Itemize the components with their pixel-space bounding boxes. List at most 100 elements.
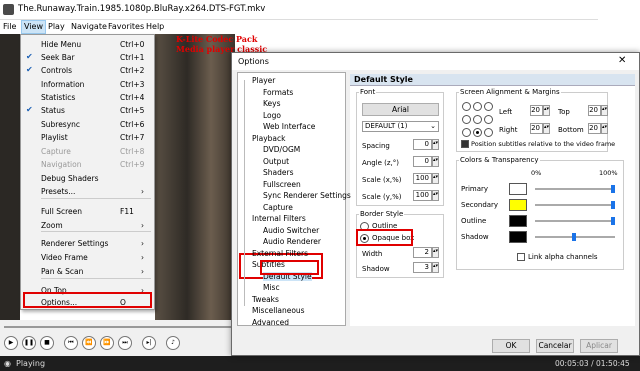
bottom-margin-spinner[interactable]: ▴▾ <box>601 123 608 134</box>
tree-item[interactable]: Playback <box>252 134 285 143</box>
alpha-slider-thumb[interactable] <box>572 233 576 241</box>
menu-play[interactable]: Play <box>48 22 65 31</box>
view-menu-item[interactable]: Capture Ctrl+8 <box>21 145 154 158</box>
tree-item[interactable]: Audio Renderer <box>263 237 321 246</box>
frame-step-icon[interactable]: ▸| <box>142 336 156 350</box>
link-alpha-checkbox[interactable] <box>517 253 525 261</box>
view-menu-item[interactable]: ✔ Controls Ctrl+2 <box>21 64 154 77</box>
view-menu-item[interactable]: Presets... › <box>21 185 154 198</box>
tree-item[interactable]: External Filters <box>252 249 308 258</box>
cancel-button[interactable]: Cancelar <box>536 339 574 353</box>
shadow-spinner[interactable]: ▴▾ <box>432 262 439 273</box>
view-menu-item[interactable]: ✔ Seek Bar Ctrl+1 <box>21 51 154 64</box>
color-swatch[interactable] <box>509 231 527 243</box>
alignment-radio[interactable] <box>473 102 482 111</box>
pause-icon[interactable]: ❚❚ <box>22 336 36 350</box>
alpha-slider-thumb[interactable] <box>611 185 615 193</box>
tree-item[interactable]: Misc <box>263 283 280 292</box>
video-area[interactable] <box>155 34 235 320</box>
alignment-radio[interactable] <box>462 128 471 137</box>
alignment-radio[interactable] <box>462 115 471 124</box>
alpha-slider-track[interactable] <box>535 220 615 222</box>
alpha-slider-track[interactable] <box>535 204 615 206</box>
tree-item[interactable]: Sync Renderer Settings <box>263 191 351 200</box>
tree-item[interactable]: Output <box>263 157 289 166</box>
menu-favorites[interactable]: Favorites <box>108 22 144 31</box>
menu-file[interactable]: File <box>3 22 16 31</box>
view-menu-item[interactable]: Subresync Ctrl+6 <box>21 118 154 131</box>
close-icon[interactable]: ✕ <box>618 55 626 66</box>
view-menu-item[interactable]: Information Ctrl+3 <box>21 78 154 91</box>
angle-spinner[interactable]: ▴▾ <box>432 156 439 167</box>
tree-item[interactable]: Fullscreen <box>263 180 301 189</box>
apply-button[interactable]: Aplicar <box>580 339 618 353</box>
alignment-radio[interactable] <box>473 128 482 137</box>
alignment-radio[interactable] <box>462 102 471 111</box>
alpha-slider-track[interactable] <box>535 188 615 190</box>
alignment-radio[interactable] <box>484 128 493 137</box>
tree-item[interactable]: Audio Switcher <box>263 226 319 235</box>
rewind-icon[interactable]: ⏪ <box>82 336 96 350</box>
tree-item[interactable]: Internal Filters <box>252 214 306 223</box>
tree-item[interactable]: Advanced <box>252 318 289 327</box>
alignment-radio[interactable] <box>484 115 493 124</box>
font-button[interactable]: Arial <box>362 103 439 116</box>
forward-icon[interactable]: ⏩ <box>100 336 114 350</box>
relative-position-checkbox[interactable] <box>461 140 469 148</box>
top-margin-spinner[interactable]: ▴▾ <box>601 105 608 116</box>
alpha-slider-thumb[interactable] <box>611 217 615 225</box>
menu-view[interactable]: View <box>21 20 46 34</box>
width-spinner[interactable]: ▴▾ <box>432 247 439 258</box>
bottom-margin-input[interactable]: 20 <box>588 123 601 134</box>
tree-item[interactable]: Capture <box>263 203 293 212</box>
tree-item[interactable]: DVD/OGM <box>263 145 300 154</box>
scale-y-input[interactable]: 100 <box>413 190 432 201</box>
tree-item[interactable]: Tweaks <box>252 295 279 304</box>
tree-item[interactable]: Keys <box>263 99 281 108</box>
play-icon[interactable]: ▶ <box>4 336 18 350</box>
charset-select[interactable]: DEFAULT (1) ⌄ <box>362 121 439 132</box>
view-menu-item[interactable]: Hide Menu Ctrl+0 <box>21 38 154 51</box>
view-menu-item[interactable]: Full Screen F11 <box>21 205 154 218</box>
angle-input[interactable]: 0 <box>413 156 432 167</box>
view-menu-item[interactable]: Navigation Ctrl+9 <box>21 158 154 171</box>
spacing-spinner[interactable]: ▴▾ <box>432 139 439 150</box>
shadow-input[interactable]: 3 <box>413 262 432 273</box>
speaker-icon[interactable]: ♪ <box>166 336 180 350</box>
ok-button[interactable]: OK <box>492 339 530 353</box>
tree-item[interactable]: Shaders <box>263 168 293 177</box>
tree-item[interactable]: Player <box>252 76 275 85</box>
next-icon[interactable]: ⏭ <box>118 336 132 350</box>
width-input[interactable]: 2 <box>413 247 432 258</box>
left-margin-spinner[interactable]: ▴▾ <box>543 105 550 116</box>
alignment-radio[interactable] <box>473 115 482 124</box>
left-margin-input[interactable]: 20 <box>530 105 543 116</box>
color-swatch[interactable] <box>509 215 527 227</box>
seek-track[interactable] <box>4 326 232 328</box>
view-menu-item[interactable]: Statistics Ctrl+4 <box>21 91 154 104</box>
alpha-slider-thumb[interactable] <box>611 201 615 209</box>
tree-item[interactable]: Web Interface <box>263 122 315 131</box>
tree-item[interactable]: Logo <box>263 111 281 120</box>
right-margin-spinner[interactable]: ▴▾ <box>543 123 550 134</box>
color-swatch[interactable] <box>509 199 527 211</box>
color-swatch[interactable] <box>509 183 527 195</box>
stop-icon[interactable]: ■ <box>40 336 54 350</box>
spacing-input[interactable]: 0 <box>413 139 432 150</box>
view-menu-item[interactable]: ✔ Status Ctrl+5 <box>21 104 154 117</box>
view-menu-item[interactable]: Playlist Ctrl+7 <box>21 131 154 144</box>
scale-y-spinner[interactable]: ▴▾ <box>432 190 439 201</box>
view-menu-item[interactable]: Renderer Settings › <box>21 237 154 250</box>
menu-navigate[interactable]: Navigate <box>71 22 107 31</box>
view-menu-item[interactable]: Pan & Scan › <box>21 265 154 278</box>
scale-x-input[interactable]: 100 <box>413 173 432 184</box>
right-margin-input[interactable]: 20 <box>530 123 543 134</box>
view-menu-item[interactable]: Video Frame › <box>21 251 154 264</box>
prev-icon[interactable]: ⏮ <box>64 336 78 350</box>
alignment-radio[interactable] <box>484 102 493 111</box>
tree-item[interactable]: Miscellaneous <box>252 306 305 315</box>
menu-help[interactable]: Help <box>146 22 164 31</box>
view-menu-item[interactable]: Debug Shaders <box>21 172 154 185</box>
tree-item[interactable]: Formats <box>263 88 293 97</box>
top-margin-input[interactable]: 20 <box>588 105 601 116</box>
